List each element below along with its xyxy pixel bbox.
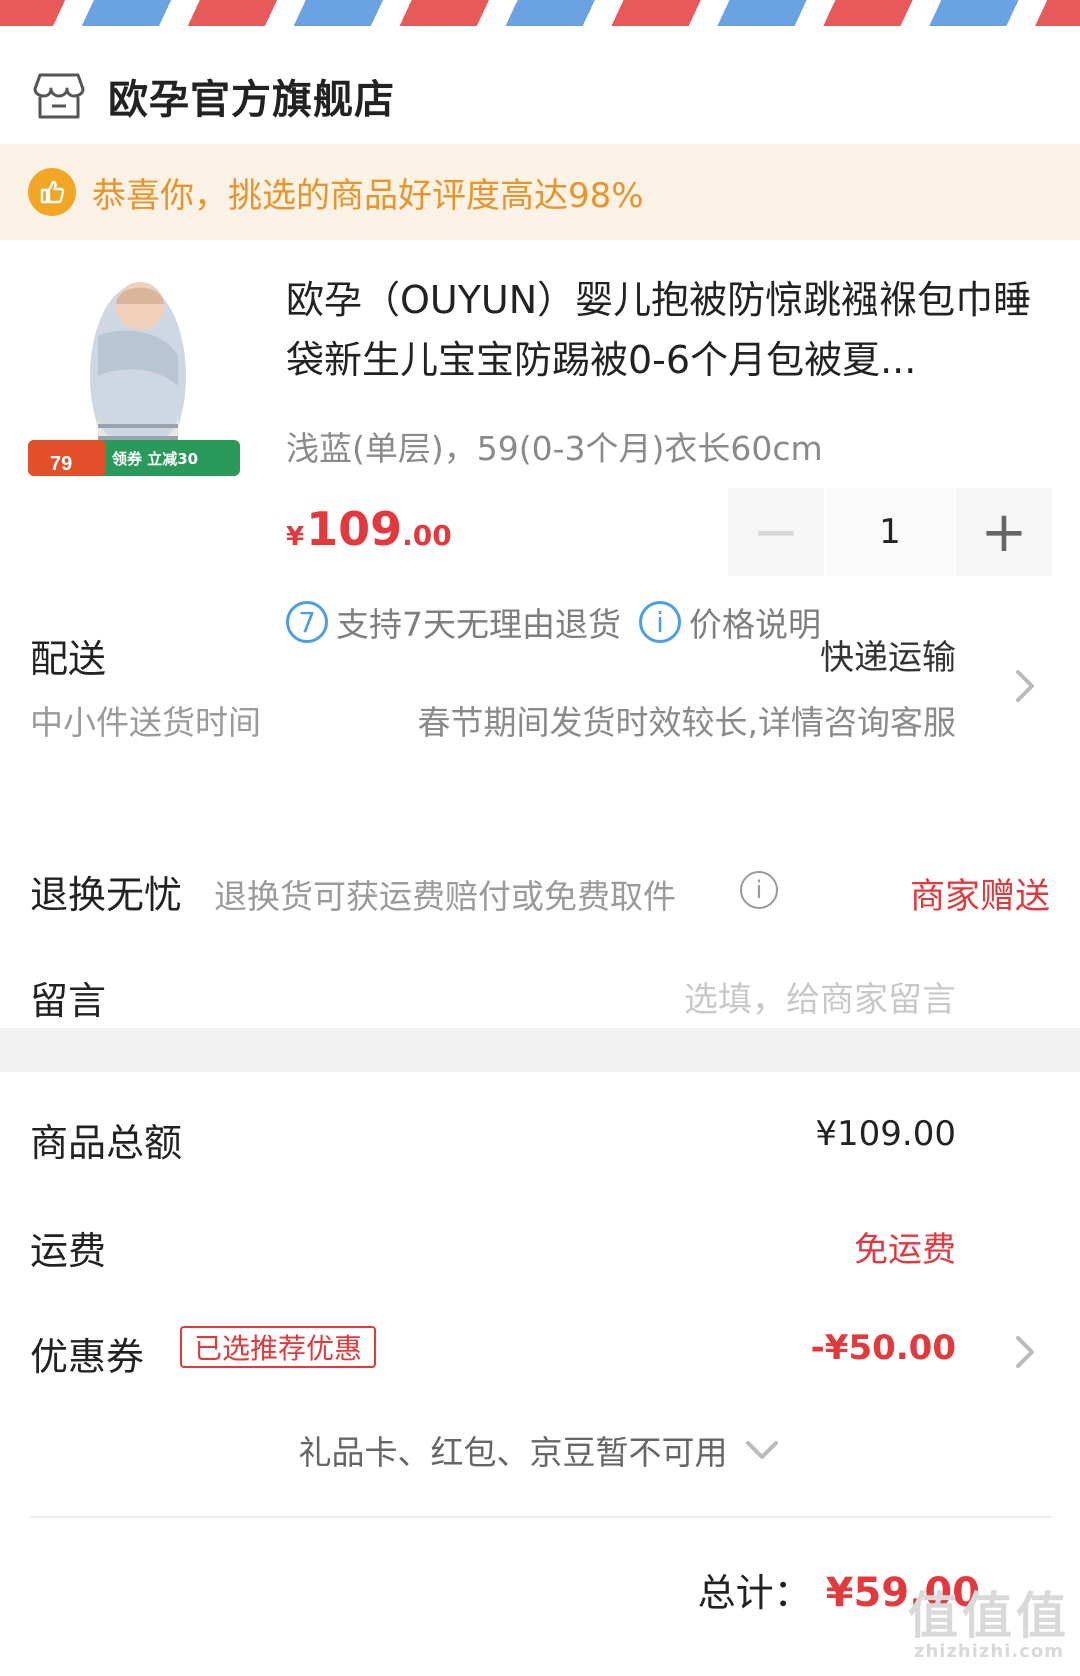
delivery-label: 配送 — [30, 637, 107, 681]
increase-quantity-button[interactable]: + — [956, 488, 1052, 576]
order-card: 欧孕官方旗舰店 恭喜你，挑选的商品好评度高达98% 79 领券 立减30 欧孕（… — [0, 26, 1080, 1028]
airmail-border — [0, 0, 1080, 26]
product-price: ¥ 109 .00 — [286, 502, 452, 556]
message-input[interactable]: 选填，给商家留言 — [684, 972, 956, 1021]
returns-label: 退换无忧 — [30, 873, 183, 917]
info-icon: i — [639, 601, 681, 643]
store-icon — [33, 73, 85, 119]
badge-text: 领券 立减30 — [111, 450, 198, 468]
quantity-stepper: − 1 + — [728, 488, 1052, 576]
delivery-time-label: 中小件送货时间 — [30, 703, 261, 742]
giftcard-toggle[interactable]: 礼品卡、红包、京豆暂不可用 — [0, 1426, 1080, 1474]
chevron-right-icon[interactable] — [1012, 1332, 1040, 1372]
thumbs-up-icon — [28, 168, 76, 216]
message-label: 留言 — [30, 979, 107, 1023]
shipping-value: 免运费 — [854, 1230, 956, 1270]
price-note[interactable]: i 价格说明 — [639, 598, 821, 646]
badge-price: 79 — [50, 453, 72, 475]
praise-banner: 恭喜你，挑选的商品好评度高达98% — [0, 144, 1080, 240]
site-watermark: 值值值 zhizhizhi.com — [908, 1587, 1070, 1662]
decrease-quantity-button[interactable]: − — [728, 488, 824, 576]
chevron-right-icon[interactable] — [1012, 666, 1040, 706]
return-policy-text: 支持7天无理由退货 — [336, 605, 621, 644]
giftcard-text: 礼品卡、红包、京豆暂不可用 — [298, 1433, 728, 1472]
price-note-text: 价格说明 — [689, 605, 821, 644]
delivery-method[interactable]: 快递运输 — [820, 630, 956, 679]
seven-day-icon: 7 — [286, 601, 328, 643]
info-icon[interactable]: i — [740, 871, 778, 909]
divider — [30, 1516, 1052, 1518]
shop-header[interactable]: 欧孕官方旗舰店 — [32, 46, 395, 146]
shop-name: 欧孕官方旗舰店 — [108, 77, 395, 123]
returns-desc: 退换货可获运费赔付或免费取件 — [214, 877, 676, 916]
goods-total-label: 商品总额 — [30, 1121, 183, 1165]
product-spec[interactable]: 浅蓝(单层)，59(0-3个月)衣长60cm — [286, 422, 823, 470]
coupon-label: 优惠券 — [30, 1335, 145, 1379]
quantity-value[interactable]: 1 — [824, 488, 956, 576]
praise-text: 恭喜你，挑选的商品好评度高达98% — [92, 175, 644, 216]
delivery-time-value[interactable]: 春节期间发货时效较长,详情咨询客服 — [418, 696, 957, 744]
goods-total-value: ¥109.00 — [815, 1114, 956, 1154]
product-title[interactable]: 欧孕（OUYUN）婴儿抱被防惊跳襁褓包巾睡袋新生儿宝宝防踢被0-6个月包被夏..… — [286, 270, 1056, 390]
returns-value: 商家赠送 — [909, 877, 1050, 917]
coupon-tag: 已选推荐优惠 — [180, 1326, 377, 1368]
service-tags: 7 支持7天无理由退货 i 价格说明 — [286, 598, 839, 646]
order-summary: 商品总额 ¥109.00 运费 免运费 优惠券 已选推荐优惠 -¥50.00 礼… — [0, 1072, 1080, 1676]
product-image[interactable]: 79 领券 立减30 — [28, 266, 256, 494]
coupon-value[interactable]: -¥50.00 — [811, 1328, 956, 1368]
chevron-down-icon — [745, 1441, 778, 1459]
shipping-label: 运费 — [30, 1229, 107, 1273]
total-label: 总计： — [697, 1571, 812, 1615]
return-policy[interactable]: 7 支持7天无理由退货 — [286, 598, 621, 646]
